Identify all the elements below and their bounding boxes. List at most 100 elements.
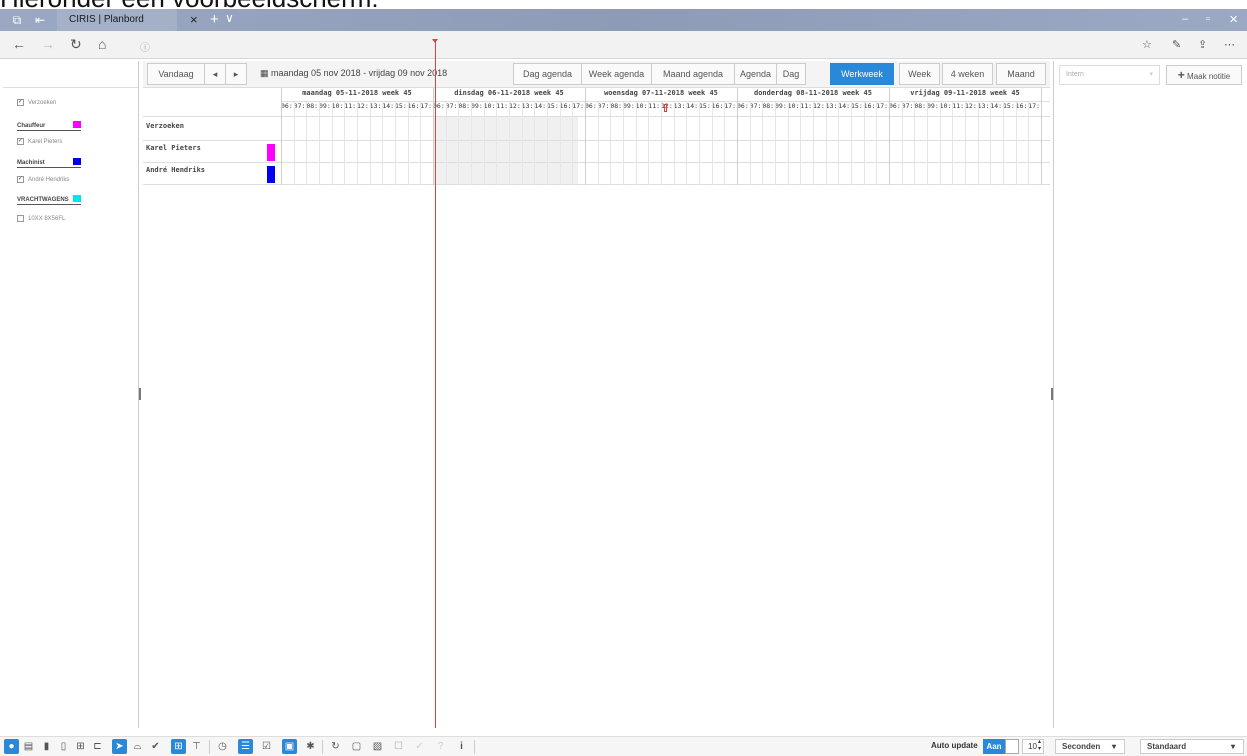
hour-gridline — [876, 102, 878, 185]
auto-update-toggle-off[interactable] — [1005, 739, 1019, 754]
new-tab-icon[interactable]: + — [210, 11, 219, 28]
info-icon[interactable]: i — [454, 739, 469, 754]
help-icon[interactable]: ? — [433, 739, 448, 754]
add-note-label: Maak notitie — [1187, 72, 1231, 81]
hour-gridline — [281, 88, 282, 185]
view-4-weken[interactable]: 4 weken — [942, 63, 993, 85]
view-maand-agenda[interactable]: Maand agenda — [651, 63, 735, 85]
tab-preview-icon[interactable]: ⧉ — [9, 12, 25, 28]
filter-verzoeken[interactable]: ✓ Verzoeken — [17, 99, 56, 106]
refresh-icon[interactable]: ↻ — [70, 36, 82, 53]
pdf-icon[interactable]: ▢ — [349, 739, 364, 754]
past-day-shade — [433, 117, 578, 185]
view-dag[interactable]: Dag — [776, 63, 806, 85]
date-range-text: maandag 05 nov 2018 - vrijdag 09 nov 201… — [271, 68, 448, 78]
add-note-button[interactable]: + Maak notitie — [1166, 65, 1242, 85]
export-icon[interactable]: ▧ — [370, 739, 385, 754]
interval-unit-select[interactable]: Seconden ▾ — [1055, 739, 1125, 754]
hour-gridline — [382, 102, 384, 185]
trailer-icon[interactable]: ⊏ — [90, 739, 105, 754]
set-aside-tabs-icon[interactable]: ⇤ — [32, 12, 48, 28]
double-check-icon[interactable]: ✔ — [148, 739, 163, 754]
view-dag-agenda[interactable]: Dag agenda — [513, 63, 582, 85]
share-icon[interactable]: ⇪ — [1198, 38, 1207, 51]
list-icon[interactable]: ☰ — [238, 739, 253, 754]
hour-label: 11: — [800, 102, 813, 110]
hour-gridline — [952, 102, 954, 185]
checkbox-checked[interactable]: ✓ — [17, 99, 24, 106]
tab-list-chevron-icon[interactable]: ∨ — [225, 11, 234, 25]
hour-gridline — [800, 102, 802, 185]
hour-label: 10: — [787, 102, 800, 110]
hour-label: 12: — [357, 102, 369, 110]
pen-icon[interactable]: ✎ — [1172, 38, 1181, 51]
back-icon[interactable]: ← — [12, 36, 26, 52]
filter-truck[interactable]: 10XX 8X56FL — [17, 215, 65, 222]
next-button[interactable]: ▸ — [225, 63, 247, 85]
date-range[interactable]: ▦ maandag 05 nov 2018 - vrijdag 09 nov 2… — [260, 68, 447, 79]
auto-update-toggle-on[interactable]: Aan — [983, 739, 1005, 754]
hour-label: 16: — [407, 102, 420, 110]
view-preset-value: Standaard — [1147, 742, 1187, 751]
mobile-icon[interactable]: ▯ — [56, 739, 71, 754]
maximize-icon[interactable]: ▫ — [1206, 13, 1210, 25]
browser-tab-active[interactable]: CIRIS | Planbord — [57, 9, 177, 31]
checkbox-checked[interactable]: ✓ — [17, 138, 24, 145]
hour-label: 11: — [648, 102, 661, 110]
favorites-icon[interactable]: ☆ — [1142, 38, 1152, 51]
address-info-icon[interactable]: ⓘ — [140, 39, 150, 54]
minimize-icon[interactable]: – — [1182, 13, 1188, 25]
hour-label: 06: — [737, 102, 749, 110]
more-icon[interactable]: ⋯ — [1224, 38, 1235, 51]
hour-label: 13: — [977, 102, 990, 110]
hour-gridline — [433, 88, 434, 185]
filter-karel-pieters[interactable]: ✓ Karel Pieters — [17, 138, 62, 145]
sync-icon[interactable]: ↻ — [328, 739, 343, 754]
view-week-agenda[interactable]: Week agenda — [581, 63, 652, 85]
lasso-icon[interactable]: ⌓ — [130, 739, 145, 754]
document-icon[interactable]: ▣ — [282, 739, 297, 754]
monitor-icon[interactable]: ▤ — [21, 739, 36, 754]
hour-label: 06: — [889, 102, 901, 110]
left-splitter-handle[interactable] — [139, 388, 141, 400]
today-button[interactable]: Vandaag — [147, 63, 205, 85]
view-werkweek[interactable]: Werkweek — [830, 63, 894, 85]
pointer-icon[interactable]: ➤ — [112, 739, 127, 754]
checkbox-unchecked[interactable] — [17, 215, 24, 222]
view-agenda[interactable]: Agenda — [734, 63, 777, 85]
view-maand[interactable]: Maand — [996, 63, 1046, 85]
filter-andre-hendriks[interactable]: ✓ André Hendriks — [17, 176, 69, 183]
hour-gridline — [1003, 102, 1004, 185]
separator — [322, 740, 323, 754]
forward-icon[interactable]: → — [41, 36, 55, 52]
chevron-down-icon: ▾ — [1149, 71, 1153, 78]
calendar-check-icon[interactable]: ☑ — [259, 739, 274, 754]
hour-label: 15: — [395, 102, 407, 110]
view-preset-select[interactable]: Standaard ▾ — [1140, 739, 1244, 754]
prev-button[interactable]: ◂ — [204, 63, 226, 85]
note-type-select[interactable]: Intern ▾ — [1059, 65, 1160, 85]
clock-icon[interactable]: ◷ — [215, 739, 230, 754]
home-icon[interactable]: ⌂ — [98, 36, 106, 52]
row-color-swatch — [267, 166, 275, 183]
tab-close-icon[interactable]: × — [190, 12, 198, 27]
close-window-icon[interactable]: ✕ — [1229, 13, 1238, 26]
group-color-swatch — [73, 195, 81, 202]
notes-panel: Intern ▾ + Maak notitie — [1053, 61, 1245, 728]
phone-icon[interactable]: ▮ — [39, 739, 54, 754]
view-week[interactable]: Week — [899, 63, 940, 85]
hour-gridline — [699, 102, 700, 185]
hour-gridline — [977, 102, 979, 185]
hierarchy-icon[interactable]: ⊤ — [189, 739, 204, 754]
filter-label: André Hendriks — [28, 176, 70, 183]
checkbox-checked[interactable]: ✓ — [17, 176, 24, 183]
settings-icon[interactable]: ✱ — [303, 739, 318, 754]
truck-icon[interactable]: ⊞ — [73, 739, 88, 754]
empty-box-icon[interactable]: ☐ — [391, 739, 406, 754]
user-icon[interactable]: ● — [4, 739, 19, 754]
interval-stepper[interactable]: 10 ▴ ▾ — [1022, 739, 1044, 754]
schedule-event[interactable] — [664, 104, 667, 112]
grid-view-icon[interactable]: ⊞ — [171, 739, 186, 754]
day-header: woensdag 07-11-2018 week 45 — [604, 89, 718, 97]
check-disabled-icon[interactable]: ✓ — [412, 739, 427, 754]
